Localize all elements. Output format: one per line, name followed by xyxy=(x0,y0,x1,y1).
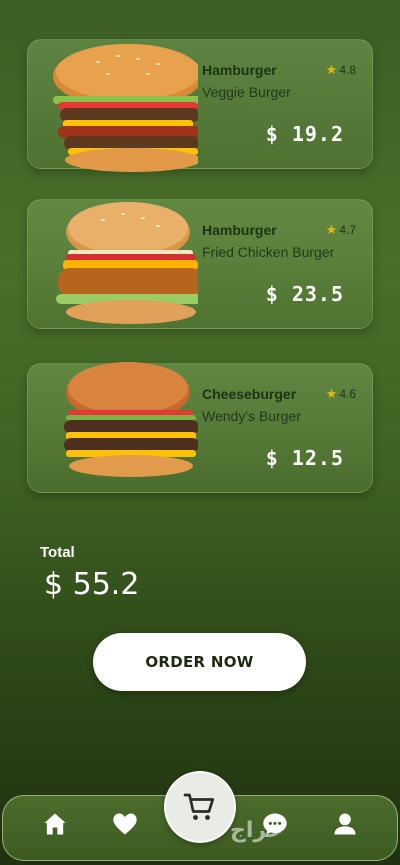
star-icon: ★ xyxy=(325,222,338,237)
order-now-button[interactable]: ORDER NOW xyxy=(93,633,306,691)
star-icon: ★ xyxy=(325,62,338,77)
rating-value: 4.6 xyxy=(339,387,356,401)
product-card[interactable]: Hamburger Fried Chicken Burger ★ 4.7 $ 2… xyxy=(27,199,373,329)
cart-icon xyxy=(183,793,215,820)
item-subtitle: Wendy's Burger xyxy=(202,408,301,424)
profile-icon[interactable] xyxy=(331,810,359,838)
watermark: حراج xyxy=(230,818,283,843)
home-icon[interactable] xyxy=(41,810,69,838)
product-card[interactable]: Hamburger Veggie Burger ★ 4.8 $ 19.2 xyxy=(27,39,373,172)
item-price: $ 19.2 xyxy=(265,122,344,146)
total-value: $ 55.2 xyxy=(44,567,140,602)
rating-value: 4.7 xyxy=(339,223,356,237)
item-price: $ 12.5 xyxy=(265,446,344,470)
burger-image xyxy=(56,202,198,324)
burger-image xyxy=(64,362,198,477)
burger-image xyxy=(53,44,198,172)
item-subtitle: Veggie Burger xyxy=(202,84,291,100)
product-card[interactable]: Cheeseburger Wendy's Burger ★ 4.6 $ 12.5 xyxy=(27,362,373,493)
total-label: Total xyxy=(40,544,75,561)
item-price: $ 23.5 xyxy=(265,282,344,306)
rating: ★ 4.7 xyxy=(326,222,356,238)
cart-button[interactable] xyxy=(164,771,236,843)
screen: Hamburger Veggie Burger ★ 4.8 $ 19.2 Ham… xyxy=(0,0,400,865)
rating: ★ 4.6 xyxy=(326,386,356,402)
star-icon: ★ xyxy=(325,386,338,401)
item-subtitle: Fried Chicken Burger xyxy=(202,244,335,260)
heart-icon[interactable] xyxy=(111,810,139,838)
rating: ★ 4.8 xyxy=(326,62,356,78)
rating-value: 4.8 xyxy=(339,63,356,77)
